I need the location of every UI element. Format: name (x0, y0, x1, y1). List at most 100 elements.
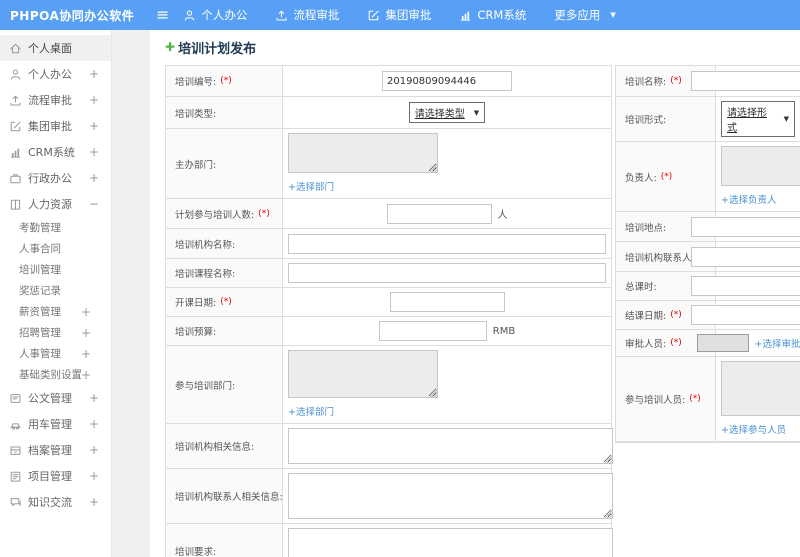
participating-departments-textarea[interactable] (288, 350, 438, 398)
sidebar-item-vehicle-mgmt[interactable]: 用车管理 + (0, 411, 111, 437)
sidebar-item-label: 培训管理 (19, 264, 61, 276)
sidebar-item-label: 考勤管理 (19, 222, 61, 234)
start-date-input[interactable] (389, 292, 505, 312)
nav-item-group-approval[interactable]: 集团审批 (367, 7, 431, 23)
training-budget-unit: RMB (492, 325, 516, 337)
nav-item-crm-system[interactable]: CRM系统 (459, 7, 526, 23)
nav-item-personal-office[interactable]: 个人办公 (183, 7, 247, 23)
sidebar-item-attendance-mgmt[interactable]: 考勤管理 (0, 217, 111, 238)
form-row-org-contact-related-info: 培训机构联系人相关信息: (166, 469, 613, 524)
expand-icon[interactable]: + (89, 67, 99, 81)
training-org-name-input[interactable] (288, 233, 606, 254)
form-left-column: 培训编号:(*)培训类型:请选择类型▼主办部门:+选择部门计划参与培训人数:(*… (165, 65, 613, 557)
training-form-select[interactable]: 请选择形式 ▼ (721, 101, 795, 137)
sidebar-item-project-mgmt[interactable]: 项目管理 + (0, 463, 111, 489)
planned-participants-label: 计划参与培训人数: (*) (166, 199, 283, 228)
form-right-column: 培训名称: (*) 培训形式: 请选择形式 ▼ 负责人: (*) +选择负责人 培训地点: 培训机… (615, 65, 800, 443)
sidebar-item-archive-mgmt[interactable]: 档案管理 + (0, 437, 111, 463)
start-date-label: 开课日期: (*) (166, 288, 283, 316)
host-department-textarea[interactable] (288, 133, 438, 173)
training-location-input[interactable] (690, 216, 800, 237)
sidebar-item-human-resources[interactable]: 人力资源 − (0, 191, 111, 217)
expand-icon[interactable]: + (89, 391, 99, 405)
chevron-down-icon: ▼ (473, 108, 480, 117)
host-department-link[interactable]: +选择部门 (288, 182, 334, 193)
sidebar-item-label: 流程审批 (28, 94, 72, 107)
training-name-input[interactable] (690, 71, 800, 91)
sidebar-item-training-mgmt[interactable]: 培训管理 (0, 259, 111, 280)
main-content: ✚ 培训计划发布 培训编号:(*)培训类型:请选择类型▼主办部门:+选择部门计划… (150, 30, 800, 557)
form-row-approvers: 审批人员:(*)+选择审批人员 (616, 330, 800, 357)
person-in-charge-textarea[interactable] (721, 146, 800, 186)
training-course-name-input[interactable] (288, 263, 606, 283)
app-logo: PHPOA协同办公软件 (10, 8, 135, 23)
sidebar-item-knowledge-exchange[interactable]: 知识交流 + (0, 489, 111, 515)
page-title-row: ✚ 培训计划发布 (165, 38, 800, 57)
sidebar-item-personal-office[interactable]: 个人办公 + (0, 61, 111, 87)
sidebar-item-label: 集团审批 (28, 120, 72, 133)
sidebar-item-personnel-mgmt[interactable]: 人事管理 + (0, 343, 111, 364)
training-number-input[interactable] (382, 71, 512, 91)
nav-item-label: 流程审批 (293, 8, 340, 22)
approvers-input[interactable] (696, 334, 749, 352)
expand-icon[interactable]: + (89, 495, 99, 509)
expand-icon[interactable]: + (89, 469, 99, 483)
training-participants-link[interactable]: +选择参与人员 (721, 425, 786, 436)
sidebar-item-label: CRM系统 (28, 146, 75, 159)
org-related-info-textarea[interactable] (288, 428, 613, 464)
sidebar-item-reward-records[interactable]: 奖惩记录 (0, 280, 111, 301)
sidebar-item-document-mgmt[interactable]: 公文管理 + (0, 385, 111, 411)
menu-toggle-icon[interactable]: ≡ (150, 7, 183, 23)
training-type-select-value: 请选择类型 (414, 109, 465, 120)
form-row-org-related-info: 培训机构相关信息: (166, 424, 613, 469)
participating-departments-label: 参与培训部门: (166, 346, 283, 423)
planned-participants-input[interactable] (386, 203, 492, 224)
expand-icon[interactable]: + (89, 119, 99, 133)
sidebar-item-label: 行政办公 (28, 172, 72, 185)
person-in-charge-link[interactable]: +选择负责人 (721, 195, 776, 206)
training-plan-form: 培训编号:(*)培训类型:请选择类型▼主办部门:+选择部门计划参与培训人数:(*… (165, 65, 800, 557)
expand-icon[interactable]: + (81, 326, 91, 340)
sidebar-item-label: 用车管理 (28, 418, 72, 431)
sidebar-item-personal-desktop[interactable]: 个人桌面 (0, 35, 111, 61)
form-row-training-name: 培训名称: (*) (616, 66, 800, 97)
expand-icon[interactable]: + (89, 145, 99, 159)
person-in-charge-label: 负责人: (*) (616, 142, 716, 211)
expand-icon[interactable]: + (89, 443, 99, 457)
person-icon (9, 68, 22, 81)
planned-participants-unit: 人 (497, 210, 508, 221)
training-type-select[interactable]: 请选择类型 ▼ (408, 102, 486, 123)
sidebar-item-admin-office[interactable]: 行政办公 + (0, 165, 111, 191)
project-icon (9, 470, 22, 483)
approvers-link[interactable]: +选择审批人员 (755, 336, 800, 350)
sidebar-item-crm-system[interactable]: CRM系统 + (0, 139, 111, 165)
sidebar-item-personnel-contract[interactable]: 人事合同 (0, 238, 111, 259)
expand-icon[interactable]: + (89, 93, 99, 107)
training-budget-input[interactable] (378, 321, 487, 341)
sidebar-item-workflow-approval[interactable]: 流程审批 + (0, 87, 111, 113)
training-requirements-textarea[interactable] (288, 528, 613, 557)
expand-icon[interactable]: + (81, 305, 91, 319)
expand-icon[interactable]: + (89, 417, 99, 431)
form-row-start-date: 开课日期: (*) (166, 288, 611, 317)
collapse-icon[interactable]: − (89, 197, 99, 211)
sidebar-item-label: 个人桌面 (28, 42, 72, 55)
sidebar: 个人桌面个人办公 + 流程审批 + 集团审批 + CRM系统 + 行政办公 + 人力资源 − 考勤管理人… (0, 30, 112, 557)
org-contact-input[interactable] (690, 246, 800, 267)
sidebar-item-salary-mgmt[interactable]: 薪资管理 + (0, 301, 111, 322)
sidebar-item-recruit-mgmt[interactable]: 招聘管理 + (0, 322, 111, 343)
end-date-input[interactable] (690, 305, 800, 325)
nav-item-workflow-approval[interactable]: 流程审批 (275, 7, 339, 23)
chat-icon (9, 496, 22, 509)
nav-item-more-apps[interactable]: 更多应用 ▼ (554, 7, 615, 23)
sidebar-item-label: 人事管理 (19, 348, 61, 360)
sidebar-item-basic-category-settings[interactable]: 基础类别设置 + (0, 364, 111, 385)
org-contact-related-info-textarea[interactable] (288, 473, 613, 519)
expand-icon[interactable]: + (89, 171, 99, 185)
training-participants-textarea[interactable] (721, 361, 800, 416)
total-hours-input[interactable] (690, 276, 800, 296)
expand-icon[interactable]: + (81, 368, 91, 382)
expand-icon[interactable]: + (81, 347, 91, 361)
sidebar-item-group-approval[interactable]: 集团审批 + (0, 113, 111, 139)
participating-departments-link[interactable]: +选择部门 (288, 407, 334, 418)
